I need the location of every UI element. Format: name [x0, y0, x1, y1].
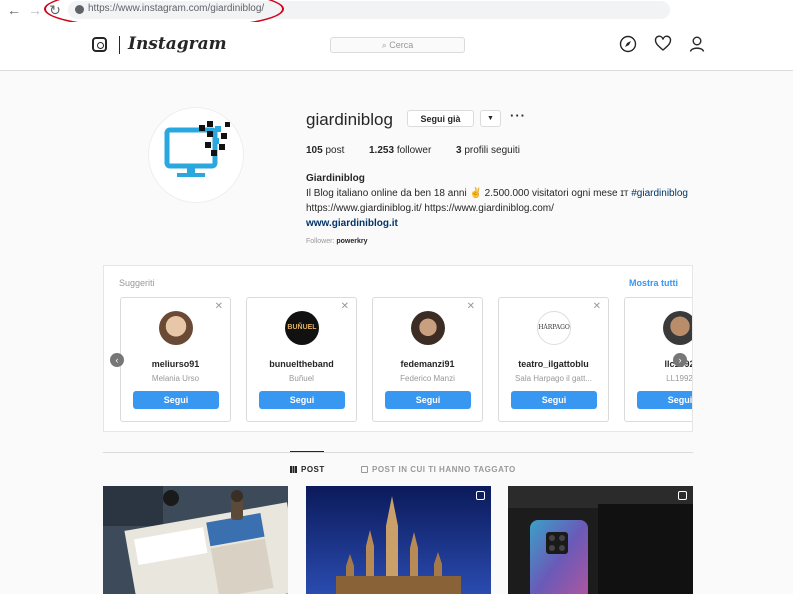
followers-count-value: 1.253: [369, 145, 395, 156]
multiple-posts-icon: [678, 491, 687, 500]
more-options-button[interactable]: ···: [510, 108, 526, 123]
followed-by: Follower: powerkry: [306, 238, 367, 245]
followed-by-user[interactable]: powerkry: [336, 238, 367, 245]
suggestion-name: Federico Manzi: [400, 374, 455, 383]
post-image: [508, 486, 693, 594]
bio-line1: Il Blog italiano online da ben 18 anni ✌…: [306, 186, 706, 201]
close-icon[interactable]: ✕: [215, 301, 223, 312]
arrow-right-icon[interactable]: →: [27, 2, 43, 18]
tab-posts-label: POST: [301, 465, 325, 474]
active-tab-indicator: [290, 451, 324, 452]
profile-avatar[interactable]: [148, 107, 244, 203]
avatar[interactable]: BUÑUEL: [285, 311, 319, 345]
suggestions-panel: Suggeriti Mostra tutti ✕ meliurso91 Mela…: [103, 265, 693, 432]
bio-line2: https://www.giardiniblog.it/ https://www…: [306, 203, 554, 214]
suggestion-card: ✕ BUÑUEL bunueltheband Buñuel Segui: [246, 297, 357, 422]
suggestion-name: Buñuel: [289, 374, 314, 383]
following-count-label: profili seguiti: [464, 145, 520, 156]
grid-icon: [290, 466, 297, 473]
show-all-link[interactable]: Mostra tutti: [629, 278, 678, 288]
bio-hashtag[interactable]: #giardiniblog: [631, 188, 688, 199]
posts-count: 105 post: [306, 145, 344, 156]
follow-button[interactable]: Segui: [637, 391, 692, 409]
suggestion-username[interactable]: teatro_ilgattoblu: [499, 359, 608, 369]
avatar[interactable]: [159, 311, 193, 345]
followed-by-label: Follower:: [306, 238, 335, 245]
suggestion-card: ✕ meliurso91 Melania Urso Segui: [120, 297, 231, 422]
post-thumbnail[interactable]: [306, 486, 491, 594]
profile-bio: Giardiniblog Il Blog italiano online da …: [306, 171, 706, 231]
avatar-logo-text: HÁRPAGO: [538, 324, 570, 331]
follow-button[interactable]: Segui: [133, 391, 219, 409]
profile-username: giardiniblog: [306, 110, 393, 129]
suggestion-card: ✕ HÁRPAGO teatro_ilgattoblu Sala Harpago…: [498, 297, 609, 422]
suggestion-name: LL1992: [666, 374, 693, 383]
follow-button[interactable]: Segui: [385, 391, 471, 409]
tabs-divider: [103, 452, 693, 453]
following-count[interactable]: 3 profili seguiti: [456, 145, 520, 156]
bio-line1-text: Il Blog italiano online da ben 18 anni ✌…: [306, 188, 629, 199]
bio-website-link[interactable]: www.giardiniblog.it: [306, 216, 706, 231]
header-divider: [119, 36, 120, 54]
avatar[interactable]: [663, 311, 692, 345]
followers-count[interactable]: 1.253 follower: [369, 145, 431, 156]
post-thumbnail[interactable]: [508, 486, 693, 594]
search-input[interactable]: ⌕ Cerca: [330, 37, 465, 53]
suggestion-username[interactable]: meliurso91: [121, 359, 230, 369]
multiple-posts-icon: [476, 491, 485, 500]
instagram-wordmark[interactable]: Instagram: [128, 34, 227, 54]
posts-count-value: 105: [306, 145, 323, 156]
suggestions-title: Suggeriti: [119, 278, 155, 288]
suggestion-name: Melania Urso: [151, 374, 200, 383]
suggestion-username[interactable]: bunueltheband: [247, 359, 356, 369]
chevron-down-icon[interactable]: ▼: [480, 110, 501, 127]
suggestion-card: ✕ fedemanzi91 Federico Manzi Segui: [372, 297, 483, 422]
post-image: [306, 486, 491, 594]
explore-compass-icon[interactable]: [619, 35, 637, 53]
profile-icon[interactable]: [688, 35, 706, 53]
heart-icon[interactable]: [654, 35, 672, 53]
instagram-header: Instagram ⌕ Cerca: [0, 22, 793, 71]
close-icon[interactable]: ✕: [593, 301, 601, 312]
following-button[interactable]: Segui già: [407, 110, 474, 127]
tab-tagged-label: POST IN CUI TI HANNO TAGGATO: [372, 465, 516, 474]
suggestion-username[interactable]: fedemanzi91: [373, 359, 482, 369]
close-icon[interactable]: ✕: [467, 301, 475, 312]
follow-button[interactable]: Segui: [511, 391, 597, 409]
bio-name: Giardiniblog: [306, 173, 365, 184]
post-thumbnail[interactable]: [103, 486, 288, 594]
arrow-left-icon[interactable]: ←: [6, 2, 22, 18]
avatar-logo-text: BUÑUEL: [287, 324, 317, 331]
tab-posts[interactable]: POST: [290, 465, 325, 474]
close-icon[interactable]: ✕: [341, 301, 349, 312]
follow-button[interactable]: Segui: [259, 391, 345, 409]
avatar[interactable]: HÁRPAGO: [537, 311, 571, 345]
chevron-right-icon[interactable]: ›: [673, 353, 687, 367]
search-placeholder: Cerca: [389, 40, 414, 50]
post-image: [103, 486, 288, 594]
monitor-logo-icon: [164, 121, 230, 177]
browser-toolbar: ← → ↻ https://www.instagram.com/giardini…: [0, 0, 793, 30]
chevron-left-icon[interactable]: ‹: [110, 353, 124, 367]
avatar[interactable]: [411, 311, 445, 345]
followers-count-label: follower: [396, 145, 432, 156]
tab-tagged[interactable]: POST IN CUI TI HANNO TAGGATO: [361, 465, 516, 474]
suggestion-name: Sala Harpago il gatt...: [515, 374, 592, 383]
posts-count-label: post: [325, 145, 345, 156]
following-count-value: 3: [456, 145, 462, 156]
instagram-icon[interactable]: [92, 37, 107, 52]
tagged-icon: [361, 466, 368, 473]
